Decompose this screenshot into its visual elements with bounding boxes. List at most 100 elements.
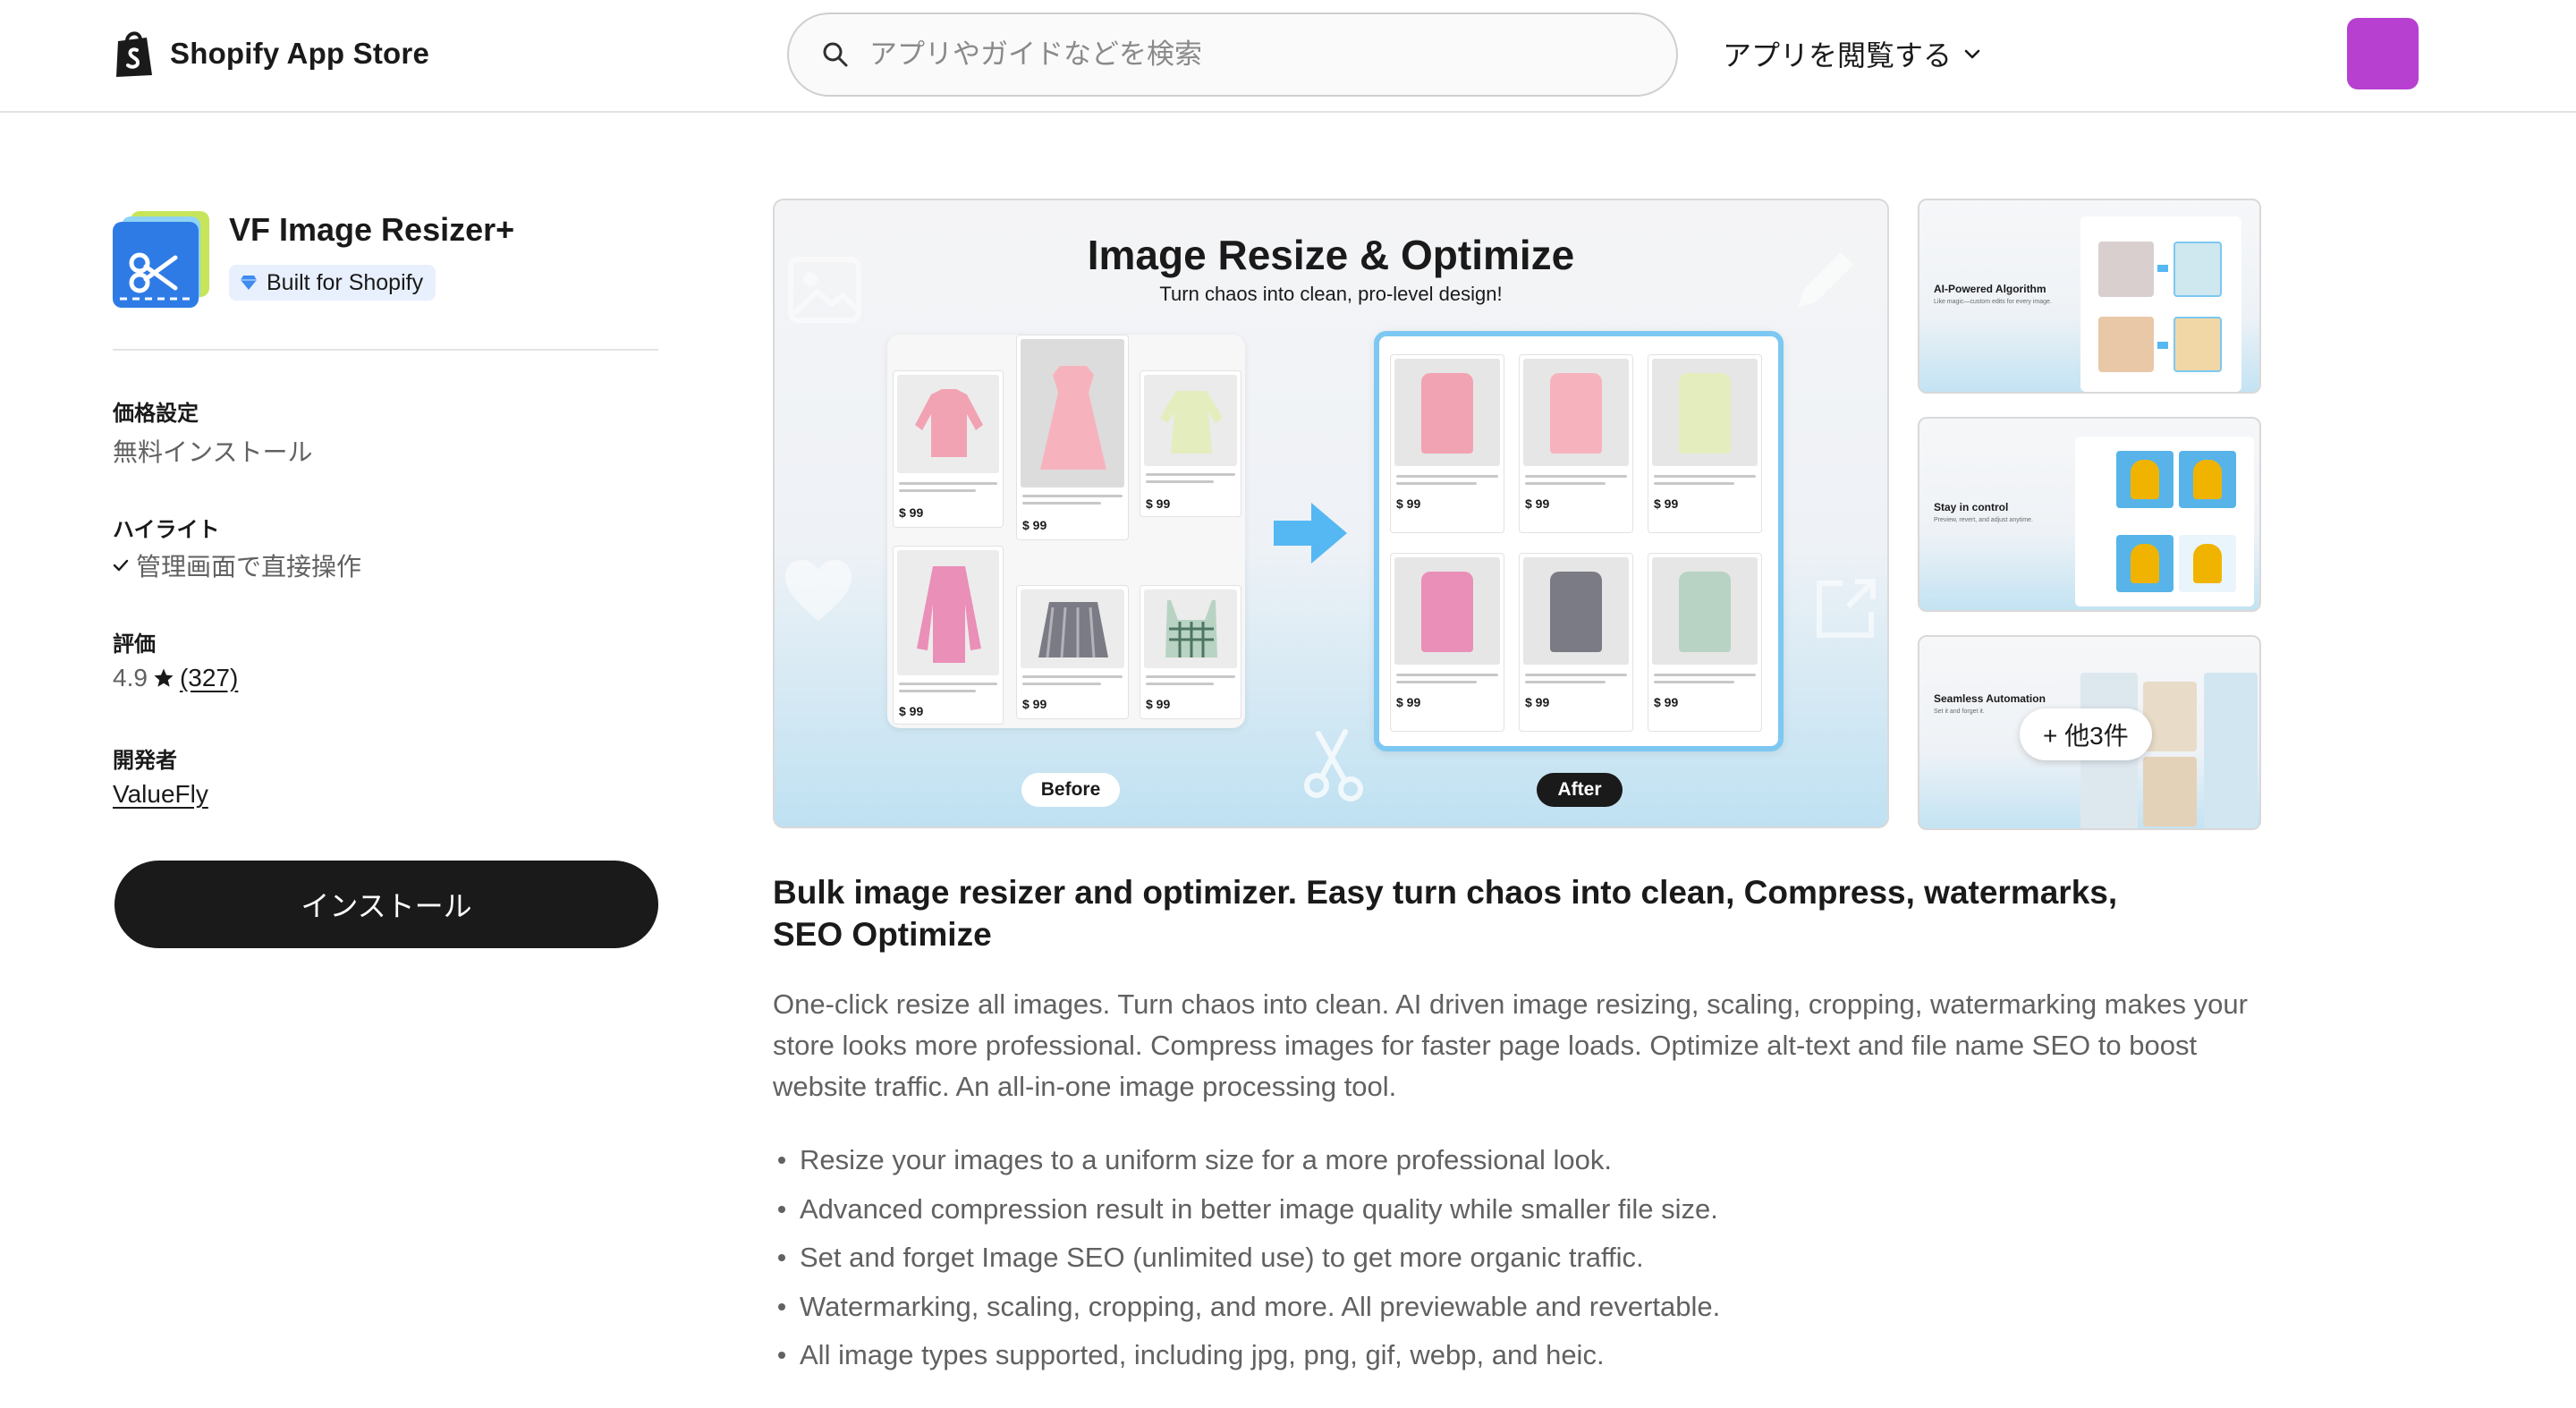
bullet-icon <box>778 1254 785 1262</box>
chevron-down-icon <box>1962 44 1982 64</box>
product-card: $ 99 <box>1016 585 1129 719</box>
portrait-photo <box>2098 317 2154 372</box>
thumbnail-title: Stay in control <box>1934 501 2009 513</box>
text-line <box>1654 475 1756 478</box>
product-price: $ 99 <box>899 505 924 520</box>
more-images-button[interactable]: + 他3件 <box>2020 708 2152 760</box>
product-image <box>897 550 999 675</box>
browse-apps-label: アプリを閲覧する <box>1723 39 1953 72</box>
feature-item: Advanced compression result in better im… <box>773 1185 1720 1234</box>
comparison-card <box>2080 216 2241 392</box>
text-line <box>1525 475 1627 478</box>
install-button[interactable]: インストール <box>114 861 658 948</box>
rating-count-link[interactable]: (327) <box>180 664 238 692</box>
text-line <box>1146 473 1235 476</box>
app-icon <box>113 211 209 308</box>
product-image <box>1394 557 1500 665</box>
user-avatar[interactable] <box>2347 18 2419 89</box>
app-headline: Bulk image resizer and optimizer. Easy t… <box>773 874 2118 953</box>
product-image <box>897 375 999 473</box>
text-line <box>1146 683 1214 685</box>
product-card: $ 99 <box>1648 553 1762 732</box>
arrow-right-icon <box>1272 501 1349 565</box>
developer-link[interactable]: ValueFly <box>113 780 208 809</box>
text-line <box>899 489 976 492</box>
portrait-photo <box>2098 242 2154 297</box>
text-line <box>1396 674 1498 676</box>
feature-text: Resize your images to a uniform size for… <box>800 1144 1613 1175</box>
product-card: $ 99 <box>1390 354 1504 533</box>
text-line <box>1396 475 1498 478</box>
product-shape <box>1550 572 1602 652</box>
feature-text: Watermarking, scaling, cropping, and mor… <box>800 1290 1721 1322</box>
highlight-label: ハイライト <box>113 518 220 542</box>
product-shape <box>1550 373 1602 454</box>
preview-card <box>2075 437 2254 606</box>
jacket-shape <box>2193 460 2222 499</box>
arrow-right-icon <box>2157 265 2168 272</box>
text-line <box>1146 675 1235 678</box>
product-card: $ 99 <box>1648 354 1762 533</box>
pricing-label: 価格設定 <box>113 402 199 426</box>
thumbnail-subtitle: Like magic—custom edits for every image. <box>1934 299 2052 305</box>
star-icon <box>153 667 174 689</box>
bullet-icon <box>778 1352 785 1360</box>
feature-item: Resize your images to a uniform size for… <box>773 1136 1720 1185</box>
product-card: $ 99 <box>1140 370 1241 517</box>
gallery-thumbnail-1[interactable]: AI-Powered Algorithm Like magic—custom e… <box>1918 199 2261 394</box>
product-image <box>1021 589 1124 668</box>
built-for-shopify-badge: Built for Shopify <box>229 265 436 301</box>
text-line <box>1022 502 1101 505</box>
screenshot-title: Image Resize & Optimize <box>1087 232 1575 278</box>
browse-apps-dropdown[interactable]: アプリを閲覧する <box>1723 32 1982 75</box>
product-image <box>1144 375 1237 466</box>
text-line <box>1022 675 1123 678</box>
text-line <box>1525 482 1606 485</box>
feature-item: Watermarking, scaling, cropping, and mor… <box>773 1283 1720 1332</box>
product-card: $ 99 <box>1390 553 1504 732</box>
thumbnail-title: Seamless Automation <box>1934 692 2046 705</box>
product-shape <box>1679 373 1731 454</box>
gallery-thumbnail-2[interactable]: Stay in control Preview, revert, and adj… <box>1918 417 2261 612</box>
product-card: $ 99 <box>1519 354 1633 533</box>
text-line <box>899 482 997 485</box>
product-shape <box>1421 572 1473 652</box>
gallery-thumbnail-3[interactable]: Seamless Automation Set it and forget it… <box>1918 635 2261 830</box>
badge-label: Built for Shopify <box>267 269 424 295</box>
thumbnail-subtitle: Set it and forget it. <box>1934 708 1985 715</box>
product-shape <box>1679 572 1731 652</box>
app-description: One-click resize all images. Turn chaos … <box>773 988 2248 1102</box>
rating-row: 4.9 (327) <box>113 664 238 692</box>
product-image <box>1652 557 1758 665</box>
product-card: $ 99 <box>1519 553 1633 732</box>
checkmark-icon <box>113 557 129 573</box>
search-icon <box>821 40 850 69</box>
text-line <box>899 683 997 685</box>
developer-label: 開発者 <box>113 749 177 773</box>
bullet-icon <box>778 1302 785 1310</box>
before-label: Before <box>1021 773 1120 807</box>
text-line <box>1022 495 1123 497</box>
product-price: $ 99 <box>1525 695 1550 709</box>
product-shape <box>1421 373 1473 454</box>
shopify-bag-icon <box>113 29 156 79</box>
arrow-right-icon <box>2157 342 2168 349</box>
feature-item: All image types supported, including jpg… <box>773 1331 1720 1380</box>
thumbnail-title: AI-Powered Algorithm <box>1934 283 2046 295</box>
diamond-icon <box>240 275 258 291</box>
product-price: $ 99 <box>1654 496 1679 511</box>
logo-text: Shopify App Store <box>170 37 430 70</box>
after-panel: $ 99 $ 99 $ 99 $ 99 $ 99 $ 99 <box>1374 331 1784 751</box>
app-name: VF Image Resizer+ <box>229 211 515 248</box>
product-price: $ 99 <box>1146 697 1171 711</box>
shopify-app-store-logo[interactable]: Shopify App Store <box>113 27 429 81</box>
text-line <box>1654 674 1756 676</box>
sidebar-divider <box>113 349 658 351</box>
main-screenshot[interactable]: Image Resize & Optimize Turn chaos into … <box>773 199 1889 828</box>
scissors-icon <box>1302 726 1370 802</box>
portrait-photo <box>2174 242 2222 297</box>
text-line <box>1146 480 1214 483</box>
product-card: $ 99 <box>893 546 1004 725</box>
search-input[interactable] <box>868 38 1619 72</box>
search-bar[interactable] <box>787 13 1678 97</box>
